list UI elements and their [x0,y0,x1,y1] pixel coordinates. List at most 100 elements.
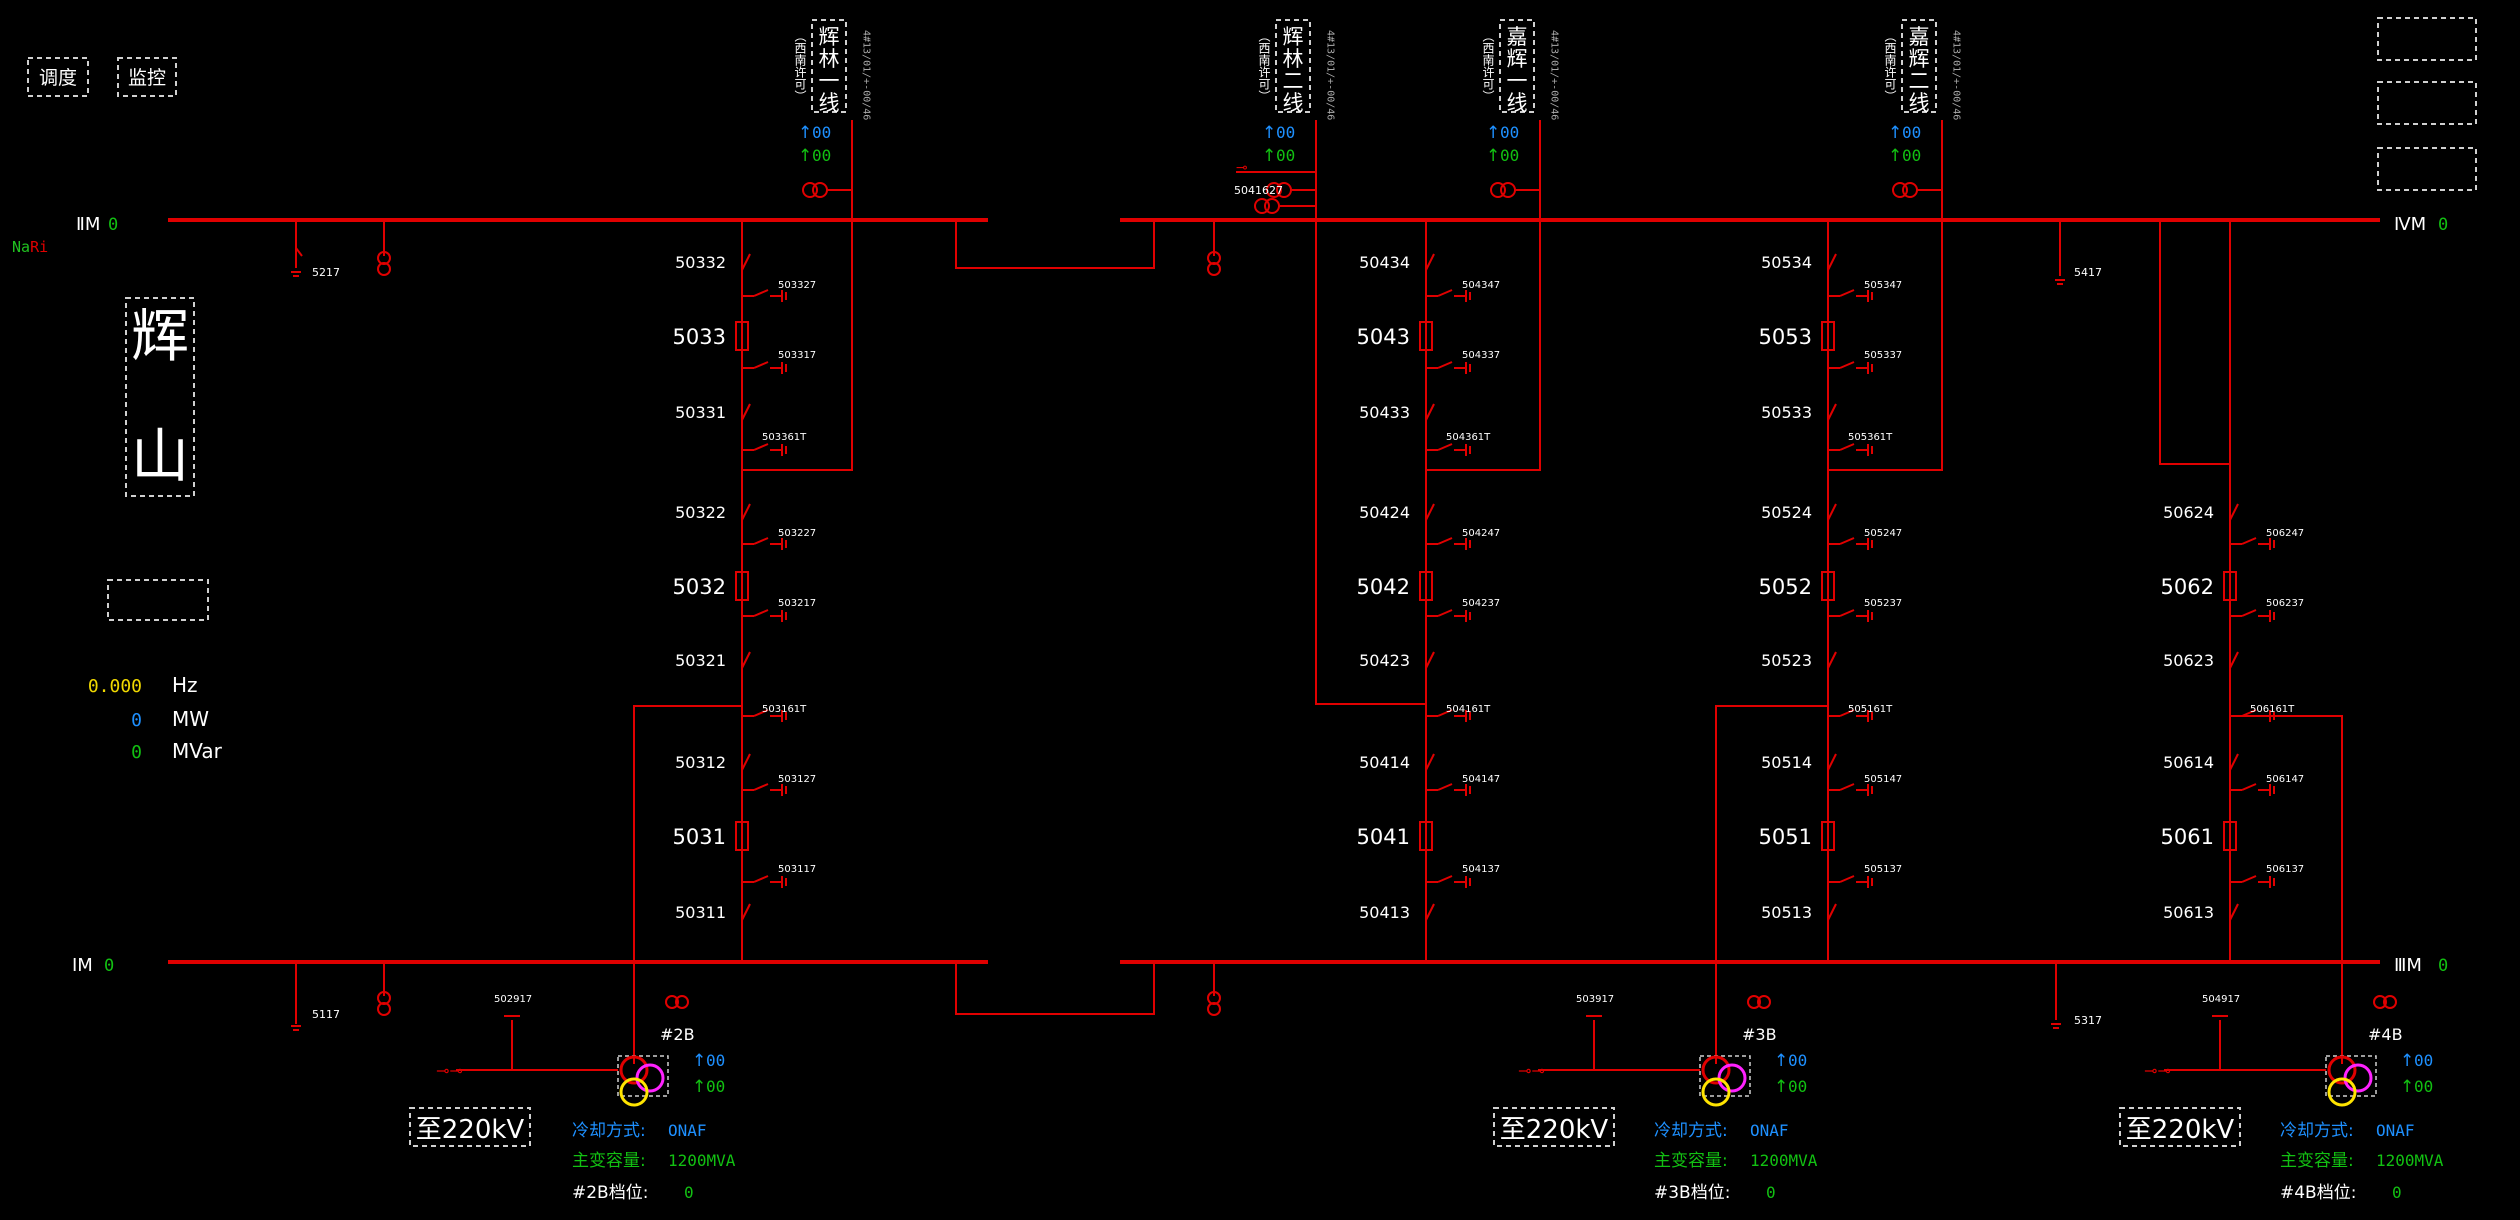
nari-logo: NaRi [12,238,48,256]
capacity-label: 主变容量: [1654,1151,1728,1171]
arrow-up-icon: ↑ [1262,146,1276,166]
disconnector-label: 50434 [1359,253,1410,272]
line-name-char: 二 [1909,69,1930,93]
earth-switch-label: 503917 [1576,994,1614,1005]
arrow-up-icon: ↑ [1486,123,1500,143]
transformer-id-label: #2B [660,1025,695,1044]
earth-switch-label: 503161T [762,704,807,715]
disconnector-label: 50524 [1761,503,1812,522]
line-mvar-value: 00 [1902,146,1921,165]
earth-switch-label: 504337 [1462,350,1500,361]
bus-2-value: 0 [108,215,118,235]
earth-switch-label: 502917 [494,994,532,1005]
line-sub-label: （西南许可） [1883,30,1897,102]
arrow-up-icon: ↑ [692,1077,706,1097]
to-220kv-label: 至220kV [1500,1115,1609,1145]
line-code-label: 4#13/01/+-00/46 [1951,30,1962,120]
tap-position-value: 0 [1766,1183,1776,1202]
line-name-char: 线 [819,91,840,115]
disconnector-label: 50623 [2163,651,2214,670]
pt-5417-label: 5417 [2074,266,2102,279]
transformer-mvar-value: 00 [1788,1077,1807,1096]
station-name-top: 辉 [131,302,189,370]
transformer-id-label: #4B [2368,1025,2403,1044]
bus-3-label: ⅢM [2394,955,2422,976]
line-mvar-value: 00 [812,146,831,165]
to-220kv-label: 至220kV [416,1115,525,1145]
disconnector-label: 50413 [1359,903,1410,922]
earth-switch-label: 505161T [1848,704,1893,715]
tap-position-label: #3B档位: [1654,1183,1730,1203]
capacity-label: 主变容量: [2280,1151,2354,1171]
bus-4-label: ⅣM [2394,214,2426,235]
breaker-label: 5042 [1357,575,1410,599]
cooling-value: ONAF [1750,1121,1789,1140]
line-mvar-value: 00 [1276,146,1295,165]
breaker-label: 5062 [2161,575,2214,599]
disconnector-label: 50311 [675,903,726,922]
disconnector-label: 50534 [1761,253,1812,272]
earth-switch-label: 505361T [1848,432,1893,443]
earth-switch-label: 505337 [1864,350,1902,361]
earth-switch-label: 503227 [778,528,816,539]
disconnector-label: 50423 [1359,651,1410,670]
mvar-value: 0 [131,742,142,763]
line-code-label: 4#13/01/+-00/46 [1549,30,1560,120]
line-name-char: 辉 [819,25,840,49]
transformer-mvar-value: 00 [2414,1077,2433,1096]
disconnector-label: 50312 [675,753,726,772]
arrow-up-icon: ↑ [692,1051,706,1071]
disconnector-label: 50613 [2163,903,2214,922]
capacity-value: 1200MVA [668,1151,736,1170]
line-name-char: 一 [819,69,840,93]
earth-switch-label: 503217 [778,598,816,609]
earth-switch-label: 505247 [1864,528,1902,539]
earth-switch-label: 503127 [778,774,816,785]
arrow-up-icon: ↑ [798,146,812,166]
breaker-label: 5061 [2161,825,2214,849]
tap-position-value: 0 [684,1183,694,1202]
breaker-label: 5031 [673,825,726,849]
monitor-button-label: 监控 [128,67,166,89]
earth-switch-label: 506161T [2250,704,2295,715]
earth-switch-label: 504917 [2202,994,2240,1005]
earth-switch-label: 503117 [778,864,816,875]
earth-switch-label: 503327 [778,280,816,291]
disconnector-label: 50322 [675,503,726,522]
disconnector-label: 50514 [1761,753,1812,772]
line-mw-value: 00 [1500,123,1519,142]
line-sub-label: （西南许可） [793,30,807,102]
earth-switch-label: 504247 [1462,528,1500,539]
disconnector-label: 50414 [1359,753,1410,772]
hz-value: 0.000 [88,676,142,697]
disconnector-label: 50332 [675,253,726,272]
earth-switch-label: 504361T [1446,432,1491,443]
diagram-background [0,0,2520,1220]
earth-switch-label: 503361T [762,432,807,443]
transformer-mw-value: 00 [706,1051,725,1070]
earth-switch-label: 506147 [2266,774,2304,785]
disconnector-label: 50433 [1359,403,1410,422]
breaker-label: 5052 [1759,575,1812,599]
transformer-mvar-value: 00 [706,1077,725,1096]
line-name-char: 一 [1507,69,1528,93]
earth-switch-label: 504347 [1462,280,1500,291]
disconnector-icon: ⊸⊸ [436,1061,463,1080]
line-name-char: 辉 [1507,47,1528,71]
line-name-char: 线 [1909,91,1930,115]
tap-position-value: 0 [2392,1183,2402,1202]
arrow-up-icon: ↑ [1486,146,1500,166]
dispatch-button-label: 调度 [39,67,77,89]
earth-switch-label: 503317 [778,350,816,361]
disconnector-label: 50624 [2163,503,2214,522]
bus-4-value: 0 [2438,215,2448,235]
line-mvar-value: 00 [1500,146,1519,165]
line-mw-value: 00 [1902,123,1921,142]
earth-switch-label: 505347 [1864,280,1902,291]
disconnector-label: 50614 [2163,753,2214,772]
line-code-label: 4#13/01/+-00/46 [1325,30,1336,120]
mw-unit: MW [172,707,209,731]
single-line-diagram: 调度 监控 NaRi 辉 山 0.000 Hz 0 MW 0 MVar ⅡM 0… [0,0,2520,1220]
line-sub-label: （西南许可） [1481,30,1495,102]
cooling-label: 冷却方式: [572,1121,646,1141]
